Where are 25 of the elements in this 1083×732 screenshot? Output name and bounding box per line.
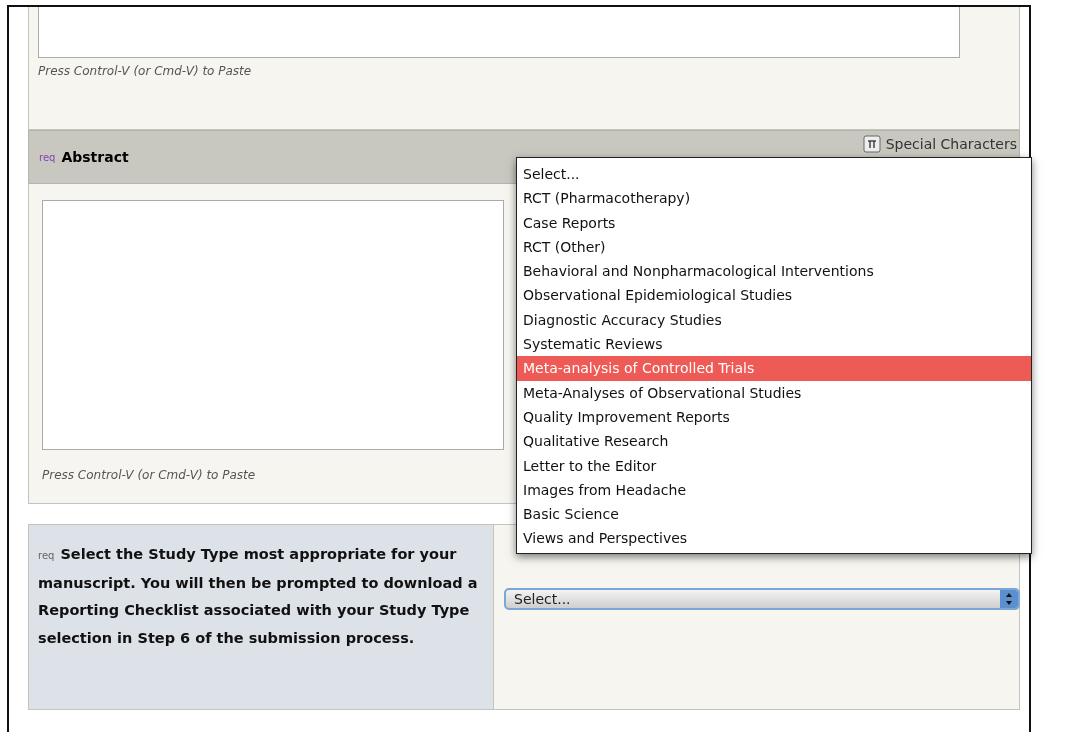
select-arrows-icon	[1005, 592, 1013, 606]
dropdown-option[interactable]: Behavioral and Nonpharmacological Interventions	[517, 259, 1031, 284]
dropdown-option[interactable]: Select...	[517, 162, 1031, 187]
dropdown-option[interactable]: Diagnostic Accuracy Studies	[517, 307, 1031, 333]
study-type-label: req Select the Study Type most appropriate for your manuscript. You will then be prompted to download a Reporting Checklist associated with your Study Type selection in Step 6 of the submission process.	[29, 525, 494, 709]
dropdown-option[interactable]: RCT (Pharmacotherapy)	[517, 186, 1031, 211]
text-area[interactable]	[38, 7, 960, 58]
dropdown-option[interactable]: Observational Epidemiological Studies	[517, 283, 1031, 308]
dropdown-option[interactable]: Qualitative Research	[517, 429, 1031, 454]
paste-hint: Press Control-V (or Cmd-V) to Paste	[38, 64, 253, 78]
dropdown-option[interactable]: Images from Headache	[517, 477, 1031, 503]
special-characters-icon[interactable]	[862, 135, 881, 153]
dropdown-option[interactable]: Case Reports	[517, 210, 1031, 235]
study-type-select[interactable]: Select...	[504, 588, 1020, 610]
dropdown-option[interactable]: Basic Science	[517, 502, 1031, 527]
special-characters-link[interactable]: Special Characters	[885, 136, 1017, 152]
dropdown-option[interactable]: Meta-Analyses of Observational Studies	[517, 380, 1031, 405]
dropdown-option[interactable]: Systematic Reviews	[517, 332, 1031, 357]
dropdown-option[interactable]: RCT (Other)	[517, 234, 1031, 260]
dropdown-option[interactable]: Letter to the Editor	[517, 453, 1031, 478]
section-title: Abstract	[61, 149, 129, 165]
dropdown-option[interactable]: Quality Improvement Reports	[517, 404, 1031, 430]
required-mark: req	[39, 151, 56, 163]
paste-hint: Press Control-V (or Cmd-V) to Paste	[42, 468, 257, 482]
dropdown-option[interactable]: Views and Perspectives	[517, 526, 1031, 551]
